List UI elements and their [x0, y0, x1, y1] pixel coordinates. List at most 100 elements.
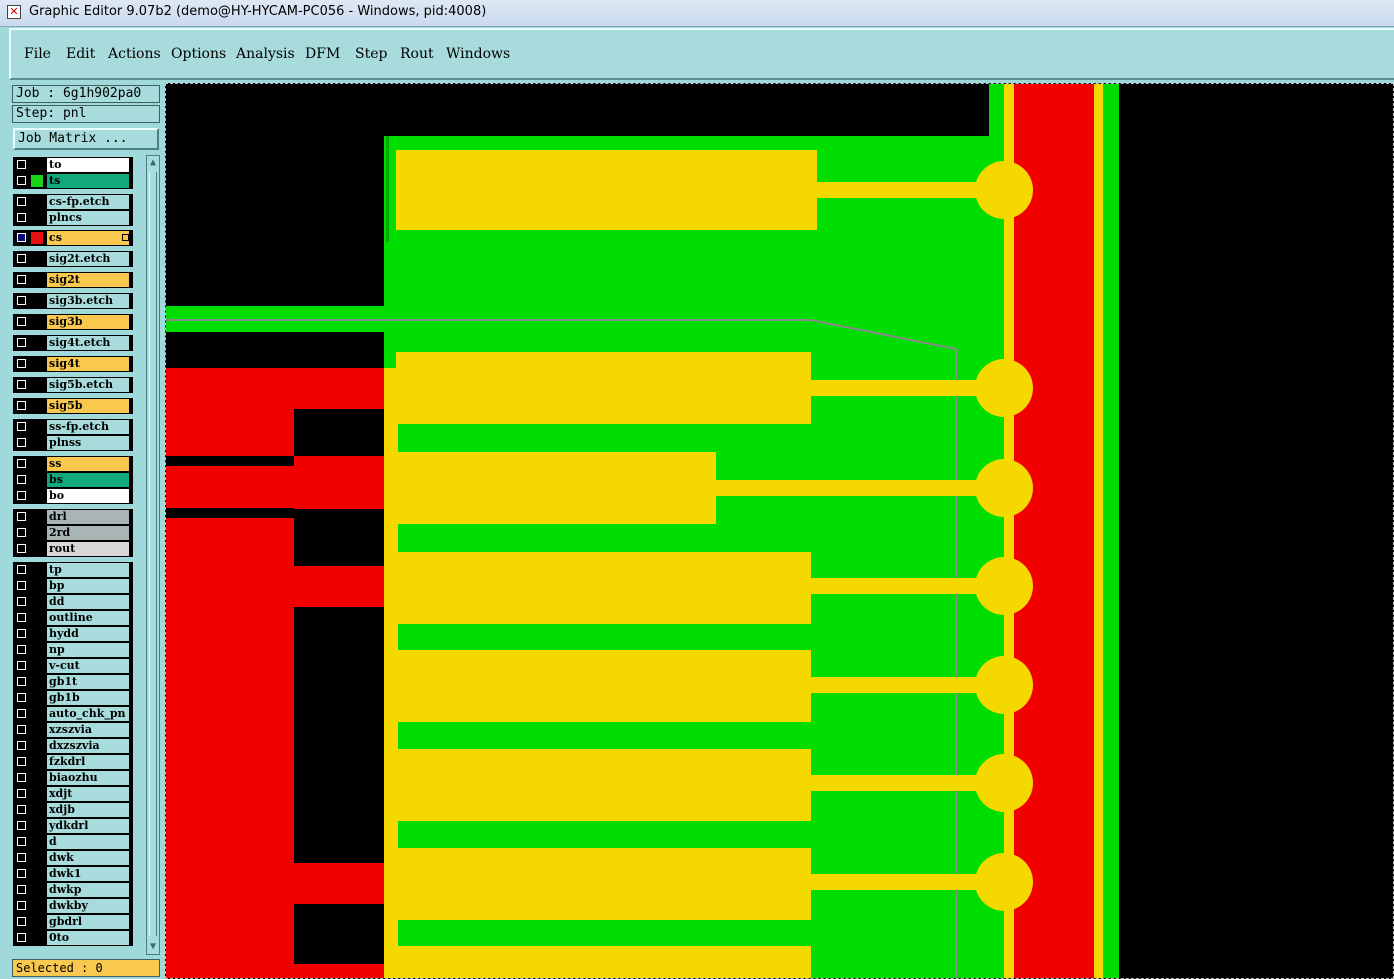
layer-name[interactable]: sig3b.etch	[47, 294, 129, 308]
layer-name[interactable]: plncs	[47, 211, 129, 225]
layer-row[interactable]: sig4t.etch	[13, 335, 133, 351]
menu-step[interactable]: Step	[355, 46, 387, 62]
layer-row[interactable]: tp	[13, 562, 133, 578]
layer-name[interactable]: plnss	[47, 436, 129, 450]
graphics-canvas[interactable]	[165, 83, 1394, 979]
layer-row[interactable]: plnss	[13, 435, 133, 451]
layer-checkbox[interactable]	[17, 197, 26, 206]
layer-name[interactable]: sig5b.etch	[47, 378, 129, 392]
layer-row[interactable]: gb1b	[13, 690, 133, 706]
layer-name[interactable]: sig4t	[47, 357, 129, 371]
layer-row[interactable]: dxzszvia	[13, 738, 133, 754]
layer-row[interactable]: sig2t.etch	[13, 251, 133, 267]
layer-row[interactable]: dwk	[13, 850, 133, 866]
layer-checkbox[interactable]	[17, 757, 26, 766]
layer-name[interactable]: bo	[47, 489, 129, 503]
layer-name[interactable]: cs-fp.etch	[47, 195, 129, 209]
layer-checkbox[interactable]	[17, 438, 26, 447]
layer-row[interactable]: sig5b	[13, 398, 133, 414]
layer-row[interactable]: rout	[13, 541, 133, 557]
layer-checkbox[interactable]	[17, 581, 26, 590]
layer-name[interactable]: drl	[47, 510, 129, 524]
layer-checkbox[interactable]	[17, 254, 26, 263]
layer-name[interactable]: dxzszvia	[47, 739, 129, 753]
layer-name[interactable]: gb1b	[47, 691, 129, 705]
layer-row[interactable]: v-cut	[13, 658, 133, 674]
layer-name[interactable]: xdjb	[47, 803, 129, 817]
layer-row[interactable]: dwkp	[13, 882, 133, 898]
layer-name[interactable]: ydkdrl	[47, 819, 129, 833]
layer-checkbox[interactable]	[17, 613, 26, 622]
layer-row[interactable]: drl	[13, 509, 133, 525]
layer-checkbox[interactable]	[17, 741, 26, 750]
layer-checkbox[interactable]	[17, 933, 26, 942]
layer-name[interactable]: rout	[47, 542, 129, 556]
layer-checkbox[interactable]	[17, 869, 26, 878]
layer-checkbox[interactable]	[17, 380, 26, 389]
layer-checkbox[interactable]	[17, 837, 26, 846]
layer-row[interactable]: plncs	[13, 210, 133, 226]
layer-row[interactable]: dwk1	[13, 866, 133, 882]
layer-name[interactable]: sig3b	[47, 315, 129, 329]
layer-name[interactable]: dwk1	[47, 867, 129, 881]
layer-name[interactable]: xdjt	[47, 787, 129, 801]
layer-row[interactable]: sig3b	[13, 314, 133, 330]
layer-name[interactable]: gb1t	[47, 675, 129, 689]
layer-checkbox[interactable]	[17, 629, 26, 638]
layer-row[interactable]: ss-fp.etch	[13, 419, 133, 435]
layer-checkbox[interactable]	[17, 789, 26, 798]
layer-row[interactable]: ts	[13, 173, 133, 189]
layer-name[interactable]: np	[47, 643, 129, 657]
layer-name[interactable]: bs	[47, 473, 129, 487]
layer-checkbox[interactable]	[17, 422, 26, 431]
layer-row[interactable]: sig5b.etch	[13, 377, 133, 393]
layer-row[interactable]: biaozhu	[13, 770, 133, 786]
layer-checkbox[interactable]	[17, 725, 26, 734]
layer-row[interactable]: hydd	[13, 626, 133, 642]
scroll-thumb[interactable]	[149, 172, 157, 936]
layer-row[interactable]: cs	[13, 230, 133, 246]
menu-edit[interactable]: Edit	[66, 46, 95, 62]
layer-row[interactable]: bp	[13, 578, 133, 594]
layer-name[interactable]: sig2t	[47, 273, 129, 287]
layer-checkbox[interactable]	[17, 160, 26, 169]
layer-name[interactable]: fzkdrl	[47, 755, 129, 769]
layer-checkbox[interactable]	[17, 176, 26, 185]
layer-row[interactable]: sig4t	[13, 356, 133, 372]
layer-name[interactable]: sig4t.etch	[47, 336, 129, 350]
layer-name[interactable]: ss	[47, 457, 129, 471]
layer-checkbox[interactable]	[17, 459, 26, 468]
layer-checkbox[interactable]	[17, 901, 26, 910]
layer-checkbox[interactable]	[17, 491, 26, 500]
layer-row[interactable]: cs-fp.etch	[13, 194, 133, 210]
layer-row[interactable]: xdjt	[13, 786, 133, 802]
layer-name[interactable]: auto_chk_pn	[47, 707, 129, 721]
layer-checkbox[interactable]	[17, 821, 26, 830]
menu-file[interactable]: File	[24, 46, 51, 62]
layer-name[interactable]: biaozhu	[47, 771, 129, 785]
menu-dfm[interactable]: DFM	[305, 46, 340, 62]
layer-checkbox[interactable]	[17, 661, 26, 670]
layer-name[interactable]: 0to	[47, 931, 129, 945]
layer-row[interactable]: ydkdrl	[13, 818, 133, 834]
layer-checkbox[interactable]	[17, 597, 26, 606]
layer-checkbox[interactable]	[17, 917, 26, 926]
layer-row[interactable]: bo	[13, 488, 133, 504]
layer-checkbox[interactable]	[17, 709, 26, 718]
layer-name[interactable]: 2rd	[47, 526, 129, 540]
layer-row[interactable]: dwkby	[13, 898, 133, 914]
layer-name[interactable]: outline	[47, 611, 129, 625]
layer-name[interactable]: ss-fp.etch	[47, 420, 129, 434]
layer-row[interactable]: auto_chk_pn	[13, 706, 133, 722]
arrow-down-icon[interactable]: ▼	[147, 940, 159, 954]
layer-name[interactable]: bp	[47, 579, 129, 593]
layer-checkbox[interactable]	[17, 359, 26, 368]
menu-analysis[interactable]: Analysis	[236, 46, 295, 62]
menu-windows[interactable]: Windows	[446, 46, 510, 62]
layer-checkbox[interactable]	[17, 401, 26, 410]
layer-row[interactable]: gb1t	[13, 674, 133, 690]
job-matrix-button[interactable]: Job Matrix ...	[13, 128, 159, 150]
layer-row[interactable]: np	[13, 642, 133, 658]
layer-name[interactable]: ts	[47, 174, 129, 188]
layer-checkbox[interactable]	[17, 544, 26, 553]
